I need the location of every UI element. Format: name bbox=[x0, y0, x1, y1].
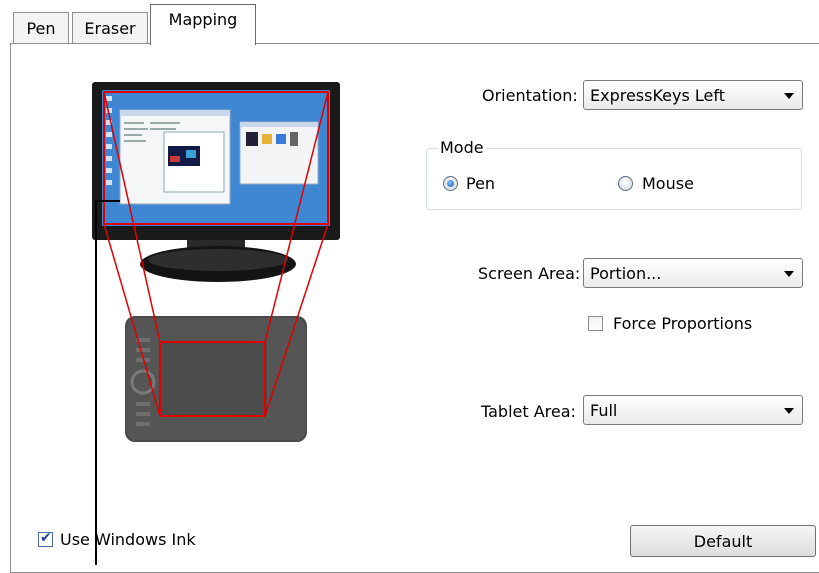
screen-area-label: Screen Area: bbox=[478, 264, 581, 283]
mode-pen-label: Pen bbox=[466, 174, 496, 193]
use-windows-ink-label: Use Windows Ink bbox=[60, 530, 196, 549]
use-windows-ink-checkbox[interactable] bbox=[38, 530, 53, 547]
tab-eraser[interactable]: Eraser bbox=[72, 12, 148, 44]
chevron-down-icon bbox=[784, 271, 794, 277]
screen-area-value: Portion... bbox=[590, 263, 662, 283]
mode-mouse-radio[interactable] bbox=[618, 176, 633, 191]
tablet-area-value: Full bbox=[590, 400, 618, 420]
chevron-down-icon bbox=[784, 93, 794, 99]
force-proportions-checkbox[interactable] bbox=[588, 316, 603, 331]
tab-mapping[interactable]: Mapping bbox=[150, 4, 256, 45]
mapping-illustration bbox=[92, 82, 340, 442]
force-proportions-label: Force Proportions bbox=[613, 314, 753, 333]
default-button[interactable]: Default bbox=[630, 525, 816, 557]
orientation-label: Orientation: bbox=[482, 86, 578, 105]
screen-area-select[interactable]: Portion... bbox=[583, 258, 803, 288]
mode-pen-radio[interactable] bbox=[443, 176, 458, 191]
tablet-area-select[interactable]: Full bbox=[583, 395, 803, 425]
tab-bar: Pen Eraser Mapping bbox=[0, 0, 819, 45]
orientation-select[interactable]: ExpressKeys Left bbox=[583, 80, 803, 110]
mode-mouse-label: Mouse bbox=[642, 174, 694, 193]
tablet-active-area bbox=[159, 341, 269, 417]
default-button-label: Default bbox=[693, 531, 753, 551]
page-margin bbox=[0, 0, 10, 565]
callout-line-vertical bbox=[95, 200, 97, 565]
chevron-down-icon bbox=[784, 408, 794, 414]
mode-group-title: Mode bbox=[438, 138, 486, 157]
monitor-base-top bbox=[148, 249, 288, 271]
tablet-area-label: Tablet Area: bbox=[481, 402, 576, 421]
callout-line-horizontal bbox=[95, 200, 120, 202]
tab-pen[interactable]: Pen bbox=[13, 12, 69, 44]
orientation-value: ExpressKeys Left bbox=[590, 85, 726, 105]
screen-window-properties bbox=[239, 121, 319, 185]
